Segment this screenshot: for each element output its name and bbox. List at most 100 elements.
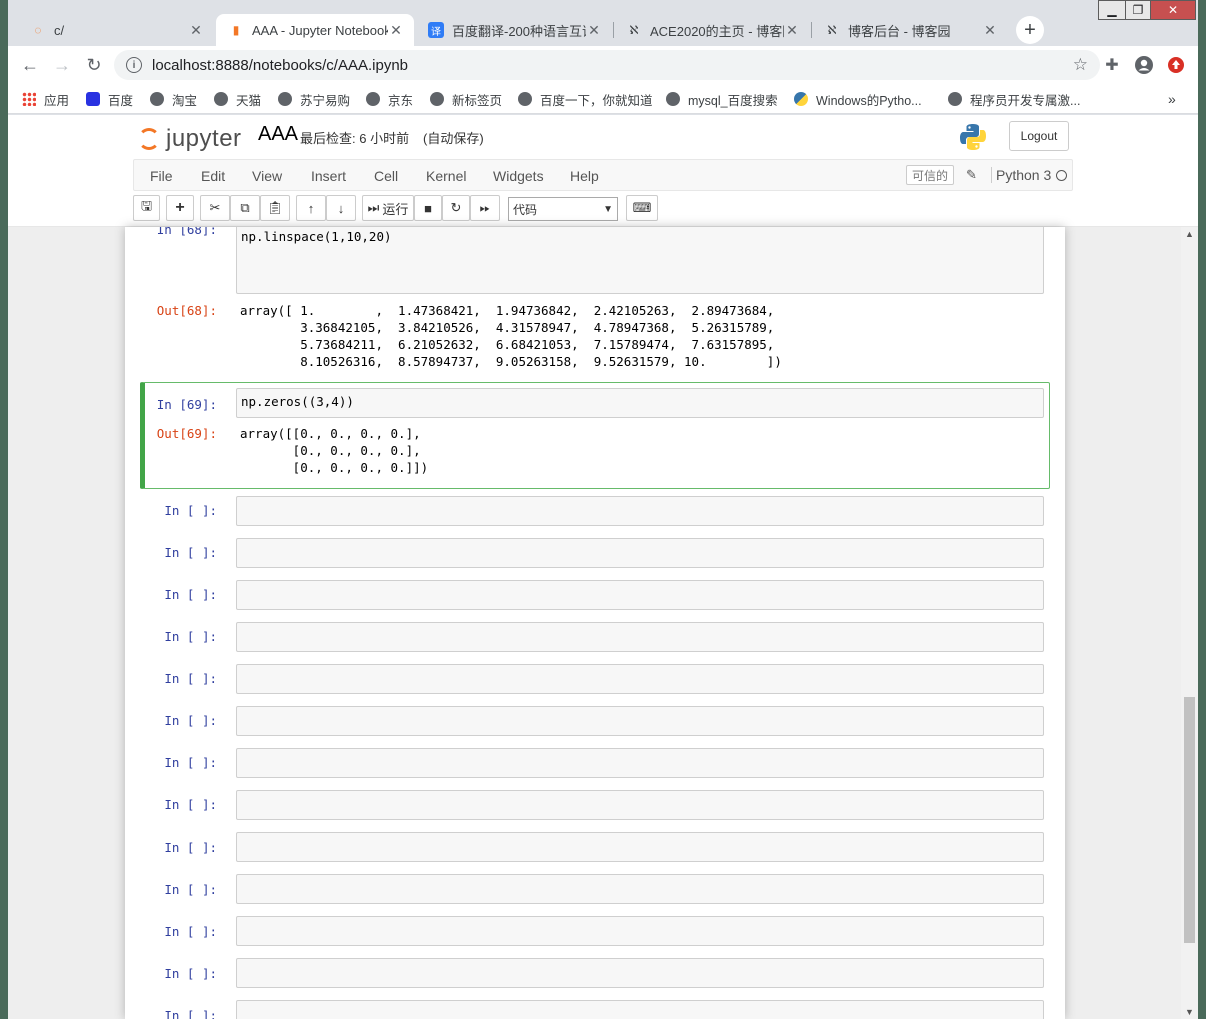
- empty-code-input[interactable]: [236, 706, 1044, 736]
- bookmark-tmall[interactable]: 天猫: [214, 90, 261, 108]
- menu-file[interactable]: File: [150, 168, 173, 184]
- scroll-up-icon[interactable]: ▲: [1185, 229, 1194, 239]
- window-close-button[interactable]: ✕: [1150, 0, 1196, 20]
- menu-view[interactable]: View: [252, 168, 282, 184]
- jupyter-logo[interactable]: jupyter: [138, 121, 242, 157]
- insert-cell-button[interactable]: +: [166, 195, 194, 221]
- page-scrollbar[interactable]: ▲ ▼: [1181, 227, 1198, 1019]
- empty-code-input[interactable]: [236, 622, 1044, 652]
- output-prompt: Out[69]:: [156, 426, 217, 441]
- bookmark-label: 百度: [108, 93, 134, 108]
- notebook-name[interactable]: AAA: [258, 123, 298, 146]
- jupyter-page: jupyter AAA 最后检查: 6 小时前 (自动保存) Logout Fi…: [8, 115, 1198, 1019]
- code-input[interactable]: np.zeros((3,4)): [236, 388, 1044, 418]
- bookmark-programmer[interactable]: 程序员开发专属激...: [948, 90, 1080, 108]
- logout-button[interactable]: Logout: [1009, 121, 1069, 151]
- bookmark-mysql[interactable]: mysql_百度搜索: [666, 90, 778, 108]
- close-icon[interactable]: ✕: [388, 22, 404, 39]
- paste-button[interactable]: 📋︎: [260, 195, 290, 221]
- tab-baidu-translate[interactable]: 译 百度翻译-200种语言互译 ✕: [416, 14, 612, 46]
- empty-code-input[interactable]: [236, 832, 1044, 862]
- empty-code-input[interactable]: [236, 664, 1044, 694]
- menu-widgets[interactable]: Widgets: [493, 168, 544, 184]
- python-icon: [794, 92, 808, 106]
- scrollbar-thumb[interactable]: [1184, 697, 1195, 943]
- kernel-idle-icon: [1056, 170, 1067, 181]
- tab-c[interactable]: ◌ c/ ✕: [18, 14, 214, 46]
- url-text[interactable]: localhost:8888/notebooks/c/AAA.ipynb: [152, 57, 408, 74]
- run-button[interactable]: ⏭︎ 运行: [362, 195, 414, 221]
- empty-code-input[interactable]: [236, 958, 1044, 988]
- new-tab-button[interactable]: +: [1016, 16, 1044, 44]
- bookmark-apps[interactable]: 应用: [22, 90, 69, 108]
- tab-aaa-notebook[interactable]: ▮ AAA - Jupyter Notebook ✕: [216, 14, 414, 46]
- close-icon[interactable]: ✕: [586, 22, 602, 39]
- kernel-name[interactable]: Python 3: [991, 167, 1051, 183]
- bookmark-newtab[interactable]: 新标签页: [430, 90, 502, 108]
- empty-code-input[interactable]: [236, 580, 1044, 610]
- menu-edit[interactable]: Edit: [201, 168, 225, 184]
- reload-icon[interactable]: ↻: [82, 53, 106, 77]
- interrupt-button[interactable]: ■: [414, 195, 442, 221]
- back-icon[interactable]: ←: [18, 53, 42, 77]
- empty-code-input[interactable]: [236, 538, 1044, 568]
- empty-code-input[interactable]: [236, 748, 1044, 778]
- profile-icon[interactable]: [1132, 53, 1156, 77]
- tab-title: c/: [54, 22, 65, 38]
- command-palette-button[interactable]: ⌨: [626, 195, 658, 221]
- save-icon: 🖫: [140, 198, 153, 213]
- tab-blog-admin[interactable]: ℵ 博客后台 - 博客园 ✕: [812, 14, 1008, 46]
- empty-code-input[interactable]: [236, 496, 1044, 526]
- empty-code-input[interactable]: [236, 916, 1044, 946]
- close-icon[interactable]: ✕: [784, 22, 800, 39]
- bookmark-baidu-search[interactable]: 百度一下，你就知道: [518, 90, 653, 108]
- more-bookmarks-icon[interactable]: »: [1168, 90, 1176, 108]
- cut-button[interactable]: ✂: [200, 195, 230, 221]
- forward-icon[interactable]: →: [50, 53, 74, 77]
- input-prompt: In [ ]:: [164, 882, 217, 897]
- tab-ace2020[interactable]: ℵ ACE2020的主页 - 博客园 ✕: [614, 14, 810, 46]
- input-prompt: In [ ]:: [164, 503, 217, 518]
- bookmark-taobao[interactable]: 淘宝: [150, 90, 197, 108]
- close-icon[interactable]: ✕: [982, 22, 998, 39]
- bookmark-baidu[interactable]: 百度: [86, 90, 133, 108]
- info-icon[interactable]: i: [126, 57, 142, 73]
- address-bar[interactable]: i localhost:8888/notebooks/c/AAA.ipynb ☆: [114, 50, 1100, 80]
- bookmark-windows-python[interactable]: Windows的Pytho...: [794, 90, 922, 108]
- input-prompt: In [ ]:: [164, 755, 217, 770]
- bookmark-label: 百度一下，你就知道: [540, 93, 653, 108]
- move-up-button[interactable]: ↑: [296, 195, 326, 221]
- restart-run-all-button[interactable]: ⏩︎: [470, 195, 500, 221]
- notebook-toolbar: 🖫 + ✂ ⧉ 📋︎ ↑ ↓ ⏭︎ 运行 ■ ↻ ⏩︎ 代码 ▼ ⌨: [133, 195, 1073, 223]
- extensions-icon[interactable]: ✚: [1100, 53, 1124, 77]
- close-icon[interactable]: ✕: [188, 22, 204, 39]
- maximize-button[interactable]: ❐: [1125, 0, 1151, 20]
- bookmark-label: 苏宁易购: [300, 93, 351, 108]
- bookmark-jd[interactable]: 京东: [366, 90, 413, 108]
- save-button[interactable]: 🖫: [133, 195, 160, 221]
- edit-pencil-icon[interactable]: ✎: [966, 167, 977, 183]
- copy-button[interactable]: ⧉: [230, 195, 260, 221]
- empty-code-input[interactable]: [236, 790, 1044, 820]
- code-text[interactable]: np.linspace(1,10,20): [241, 229, 392, 244]
- minimize-button[interactable]: ▁: [1098, 0, 1126, 20]
- update-icon[interactable]: [1164, 53, 1188, 77]
- move-down-button[interactable]: ↓: [326, 195, 356, 221]
- trusted-indicator[interactable]: 可信的: [906, 165, 955, 185]
- empty-code-input[interactable]: [236, 874, 1044, 904]
- menu-cell[interactable]: Cell: [374, 168, 398, 184]
- menu-insert[interactable]: Insert: [311, 168, 346, 184]
- code-input[interactable]: np.linspace(1,10,20): [236, 227, 1044, 294]
- menu-help[interactable]: Help: [570, 168, 599, 184]
- bookmark-suning[interactable]: 苏宁易购: [278, 90, 350, 108]
- code-text[interactable]: np.zeros((3,4)): [241, 394, 354, 409]
- bookmark-label: mysql_百度搜索: [688, 93, 778, 108]
- bookmark-star-icon[interactable]: ☆: [1073, 55, 1088, 75]
- plus-icon: +: [175, 199, 185, 216]
- empty-code-input[interactable]: [236, 1000, 1044, 1019]
- tab-title: AAA - Jupyter Notebook: [252, 22, 388, 38]
- restart-button[interactable]: ↻: [442, 195, 470, 221]
- menu-kernel[interactable]: Kernel: [426, 168, 466, 184]
- cell-type-select[interactable]: 代码 ▼: [508, 197, 618, 221]
- scroll-down-icon[interactable]: ▼: [1185, 1007, 1194, 1017]
